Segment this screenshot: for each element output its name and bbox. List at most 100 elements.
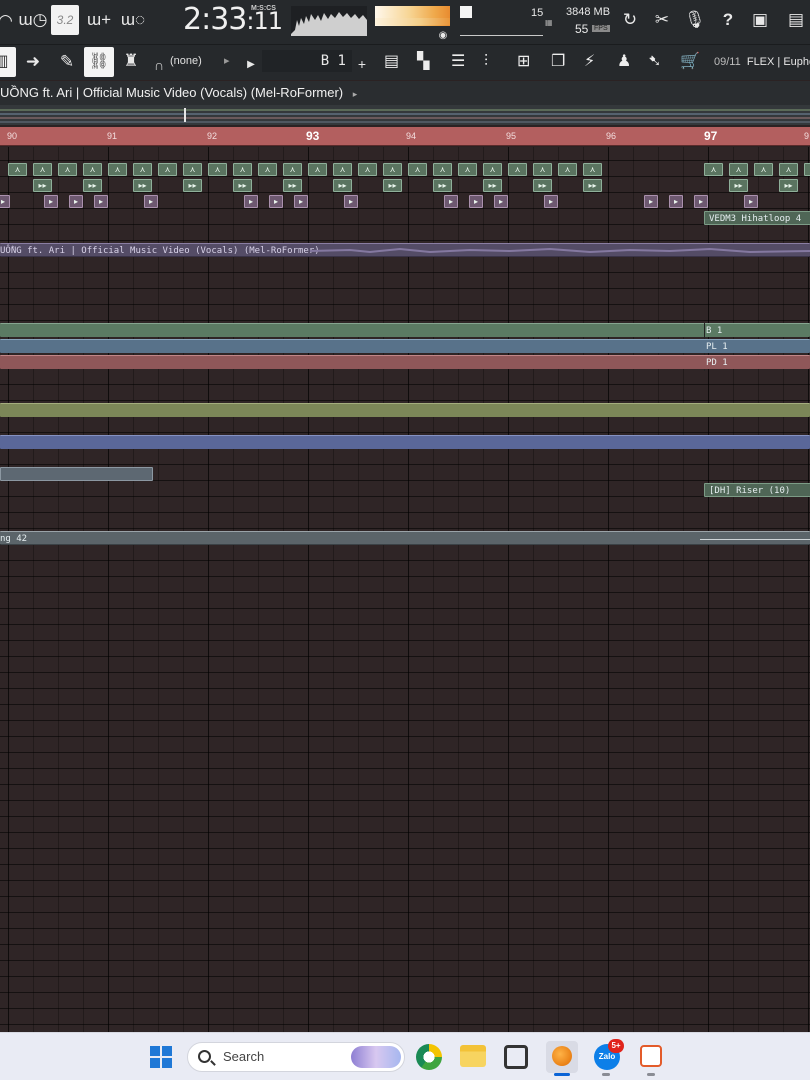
pattern-clip[interactable]: ⋏ — [58, 163, 77, 176]
undo-icon[interactable]: ↻ — [620, 10, 640, 30]
pattern-clip[interactable]: ▸▸ — [433, 179, 452, 192]
step-edit-icon[interactable]: ɯ+ — [84, 10, 114, 30]
metronome-icon[interactable]: ◠ — [0, 11, 13, 31]
audio-vocals-clip[interactable]: UỒNG ft. Ari | Official Music Video (Voc… — [0, 243, 810, 257]
project-files-icon[interactable]: ❐ — [551, 53, 565, 71]
pattern-clip[interactable]: ⋏ — [383, 163, 402, 176]
plugin-icon[interactable]: ⚡ — [584, 53, 595, 71]
pattern-clip[interactable]: ▸ — [344, 195, 358, 208]
pattern-clip[interactable]: ▸▸ — [779, 179, 798, 192]
pattern-clip[interactable]: ⋏ — [183, 163, 202, 176]
pattern-clip[interactable]: ⋏ — [779, 163, 798, 176]
pattern-clip[interactable]: ⋏ — [558, 163, 577, 176]
pattern-clip[interactable]: ⋏ — [408, 163, 427, 176]
mixer-icon[interactable]: ☰ — [451, 53, 465, 71]
file-explorer-icon[interactable] — [460, 1045, 486, 1067]
pattern-clip[interactable]: ⋏ — [233, 163, 252, 176]
pattern-clip[interactable]: ⋏ — [158, 163, 177, 176]
pattern-clip[interactable]: ▸▸ — [333, 179, 352, 192]
pattern-clip[interactable]: ⋏ — [729, 163, 748, 176]
help-icon[interactable]: ? — [718, 10, 738, 30]
pattern-clip[interactable]: ⋏ — [704, 163, 723, 176]
magnet-icon[interactable]: ∩ — [152, 55, 166, 75]
pattern-clip[interactable]: ▸ — [744, 195, 758, 208]
pattern-clip[interactable]: ▸ — [294, 195, 308, 208]
hihat-loop-clip[interactable]: VEDM3 Hihatloop 4 — [704, 211, 810, 225]
browser-tree-icon[interactable]: ⊞ — [517, 53, 530, 71]
pattern-pd1-lane[interactable]: PD 1 — [0, 355, 810, 369]
cart-icon[interactable]: 🛒 — [680, 53, 700, 71]
cut-tool-icon[interactable]: ✂ — [652, 10, 672, 30]
pattern-clip[interactable]: ▸ — [244, 195, 258, 208]
pattern-clip[interactable]: ▸ — [44, 195, 58, 208]
short-clip[interactable] — [0, 467, 153, 481]
faders-icon[interactable]: ⫶ — [484, 53, 488, 71]
pattern-arrow-icon[interactable]: ▶ — [245, 55, 257, 75]
pattern-clip[interactable]: ▸▸ — [233, 179, 252, 192]
automation-clip-indigo[interactable] — [0, 435, 810, 449]
pattern-clip[interactable]: ⋏ — [33, 163, 52, 176]
taskbar-search-box[interactable]: Search — [187, 1042, 405, 1072]
microphone-icon[interactable]: 🎙 — [684, 10, 706, 30]
pattern-clip[interactable]: ⋏ — [308, 163, 327, 176]
pattern-clip[interactable]: ▸▸ — [183, 179, 202, 192]
title-arrow-icon[interactable]: ▸ — [353, 89, 358, 99]
overview-playhead[interactable] — [184, 108, 186, 122]
pattern-pl1-lane[interactable]: PL 1 — [0, 339, 810, 353]
pattern-clip[interactable]: ▸ — [0, 195, 10, 208]
tips-icon[interactable]: ➷ — [648, 53, 661, 71]
pattern-clip[interactable]: ▸▸ — [133, 179, 152, 192]
automation-clip-olive[interactable] — [0, 403, 810, 417]
windows-start-icon[interactable] — [150, 1046, 172, 1068]
pattern-clip[interactable]: ⋏ — [754, 163, 773, 176]
pattern-clip[interactable]: ⋏ — [358, 163, 377, 176]
pattern-clip[interactable]: ⋏ — [433, 163, 452, 176]
pattern-clip[interactable]: ▸▸ — [33, 179, 52, 192]
pattern-clip[interactable]: ▸ — [144, 195, 158, 208]
pattern-clip[interactable]: ▸ — [544, 195, 558, 208]
pattern-clip[interactable]: ⋏ — [258, 163, 277, 176]
pattern-clip[interactable]: ▸▸ — [583, 179, 602, 192]
pattern-clip[interactable]: ⋏ — [208, 163, 227, 176]
pattern-clip[interactable]: ⋏ — [108, 163, 127, 176]
eye-icon[interactable]: ◉ — [436, 26, 450, 46]
app-hexagon-icon[interactable] — [504, 1045, 528, 1069]
pattern-clip[interactable]: ⋏ — [533, 163, 552, 176]
pattern-clip[interactable]: ▸ — [669, 195, 683, 208]
tempo-button[interactable]: 3.2 — [51, 5, 79, 35]
pattern-clip[interactable]: ⋏ — [283, 163, 302, 176]
pattern-clip[interactable]: ▸ — [494, 195, 508, 208]
pattern-clip[interactable]: ▸ — [69, 195, 83, 208]
pattern-b1-lane[interactable]: B 1 — [0, 323, 810, 337]
pattern-clip[interactable]: ▸ — [694, 195, 708, 208]
pattern-clip[interactable]: ▸▸ — [283, 179, 302, 192]
brush-icon[interactable]: ✎ — [57, 52, 77, 72]
save-icon[interactable]: ▣ — [750, 10, 770, 30]
pattern-clip[interactable]: ⋏ — [8, 163, 27, 176]
playlist-grid[interactable]: ⋏⋏⋏⋏⋏⋏⋏⋏⋏⋏⋏⋏⋏⋏⋏⋏⋏⋏⋏⋏⋏⋏⋏⋏⋏⋏⋏⋏⋏▸▸▸▸▸▸▸▸▸▸▸… — [0, 147, 810, 1032]
pattern-selector[interactable]: B 1 — [262, 50, 352, 72]
link-icon[interactable]: ⛓ — [84, 47, 114, 77]
pattern-clip[interactable]: ▸▸ — [483, 179, 502, 192]
pattern-clip[interactable]: ▸▸ — [533, 179, 552, 192]
fl-studio-taskbar-icon[interactable] — [546, 1041, 578, 1073]
stamp-icon[interactable]: ♜ — [120, 51, 142, 71]
pattern-clip[interactable]: ⋏ — [333, 163, 352, 176]
timeline-ruler[interactable]: 90 91 92 93 94 95 96 97 9 — [0, 127, 810, 146]
pattern-clip[interactable]: ▸▸ — [729, 179, 748, 192]
pattern-clip[interactable]: ▸▸ — [383, 179, 402, 192]
pattern-clip[interactable]: ⋏ — [804, 163, 810, 176]
add-pattern-button[interactable]: + — [356, 54, 368, 74]
render-icon[interactable]: ▤ — [786, 10, 806, 30]
touch-controller-icon[interactable]: ♟ — [617, 53, 631, 71]
playlist-overview-scrollbar[interactable] — [0, 105, 810, 125]
loop-record-icon[interactable]: ɯ◌ — [118, 10, 148, 30]
coc-coc-browser-icon[interactable] — [416, 1044, 442, 1070]
pattern-clip[interactable]: ⋏ — [483, 163, 502, 176]
riser-clip[interactable]: [DH] Riser (10) — [704, 483, 810, 497]
pattern-clip[interactable]: ⋏ — [458, 163, 477, 176]
song-clip[interactable]: ng 42 — [0, 531, 810, 545]
channel-rack-icon[interactable]: ▚ — [417, 53, 429, 71]
wait-for-input-icon[interactable]: ɯ◷ — [18, 10, 48, 30]
pattern-clip[interactable]: ▸▸ — [83, 179, 102, 192]
